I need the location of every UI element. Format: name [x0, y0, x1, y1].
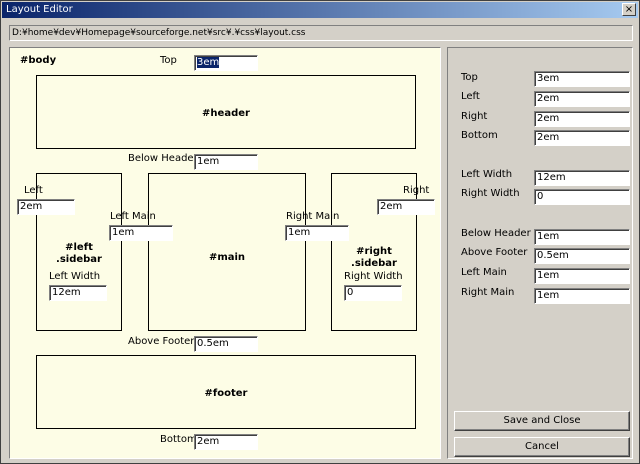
panel-right-main-label: Right Main — [461, 287, 515, 298]
canvas-below-header-label: Below Header — [128, 153, 198, 164]
save-and-close-button[interactable]: Save and Close — [454, 411, 630, 431]
panel-above-footer-input[interactable]: 0.5em — [534, 248, 630, 264]
canvas-top-label: Top — [160, 55, 177, 66]
canvas-bottom-label: Bottom — [160, 434, 197, 445]
canvas-left-width-input[interactable]: 12em — [49, 285, 107, 301]
panel-bottom-input[interactable]: 2em — [534, 130, 630, 146]
canvas-left-main-input[interactable]: 1em — [109, 225, 173, 241]
body-label: #body — [20, 55, 57, 66]
panel-top-input[interactable]: 3em — [534, 71, 630, 87]
canvas-right-main-input[interactable]: 1em — [285, 225, 349, 241]
canvas-below-header-input[interactable]: 1em — [194, 154, 258, 170]
panel-above-footer-label: Above Footer — [461, 247, 528, 258]
canvas-right-main-label: Right Main — [286, 211, 340, 222]
panel-left-input[interactable]: 2em — [534, 91, 630, 107]
panel-below-header-input[interactable]: 1em — [534, 229, 630, 245]
left-sidebar-label-id: #left — [65, 242, 93, 253]
layout-editor-window: Layout Editor × D:¥home¥dev¥Homepage¥sou… — [0, 0, 640, 464]
canvas-above-footer-input[interactable]: 0.5em — [194, 336, 258, 352]
canvas-right-width-label: Right Width — [344, 271, 403, 282]
panel-right-label: Right — [461, 111, 488, 122]
right-sidebar-label-id: #right — [356, 246, 392, 257]
panel-right-width-label: Right Width — [461, 188, 520, 199]
header-region: #header — [36, 75, 416, 149]
right-sidebar-label-class: .sidebar — [351, 258, 397, 269]
panel-left-label: Left — [461, 91, 480, 102]
canvas-left-input[interactable]: 2em — [17, 199, 75, 215]
title-bar: Layout Editor × — [2, 2, 638, 18]
file-path-field: D:¥home¥dev¥Homepage¥sourceforge.net¥src… — [9, 25, 633, 41]
panel-right-main-input[interactable]: 1em — [534, 288, 630, 304]
properties-panel: Top 3em Left 2em Right 2em Bottom 2em Le… — [447, 47, 633, 459]
main-region: #main — [148, 173, 306, 331]
panel-right-width-input[interactable]: 0 — [534, 189, 630, 205]
panel-left-width-label: Left Width — [461, 169, 513, 180]
panel-left-width-input[interactable]: 12em — [534, 170, 630, 186]
canvas-above-footer-label: Above Footer — [128, 336, 195, 347]
panel-right-input[interactable]: 2em — [534, 111, 630, 127]
panel-below-header-label: Below Header — [461, 228, 531, 239]
canvas-bottom-input[interactable]: 2em — [194, 434, 258, 450]
close-icon[interactable]: × — [622, 3, 636, 16]
canvas-top-input[interactable]: 3em — [194, 55, 258, 71]
left-sidebar-label-class: .sidebar — [56, 254, 102, 265]
window-title: Layout Editor — [6, 4, 73, 15]
header-label: #header — [202, 108, 250, 119]
left-sidebar-region: #left .sidebar Left Width 12em — [36, 173, 122, 331]
footer-region: #footer — [36, 355, 416, 429]
panel-top-label: Top — [461, 72, 478, 83]
canvas-right-input[interactable]: 2em — [377, 199, 435, 215]
cancel-button[interactable]: Cancel — [454, 437, 630, 457]
main-label: #main — [208, 252, 246, 263]
panel-left-main-label: Left Main — [461, 267, 507, 278]
canvas-left-main-label: Left Main — [110, 211, 156, 222]
panel-bottom-label: Bottom — [461, 130, 498, 141]
canvas-right-width-input[interactable]: 0 — [344, 285, 402, 301]
footer-label: #footer — [204, 388, 248, 399]
canvas-left-label: Left — [24, 185, 43, 196]
canvas-left-width-label: Left Width — [49, 271, 101, 282]
canvas-right-label: Right — [403, 185, 430, 196]
panel-left-main-input[interactable]: 1em — [534, 268, 630, 284]
layout-canvas: #body Top 3em #header Below Header 1em #… — [9, 47, 441, 459]
